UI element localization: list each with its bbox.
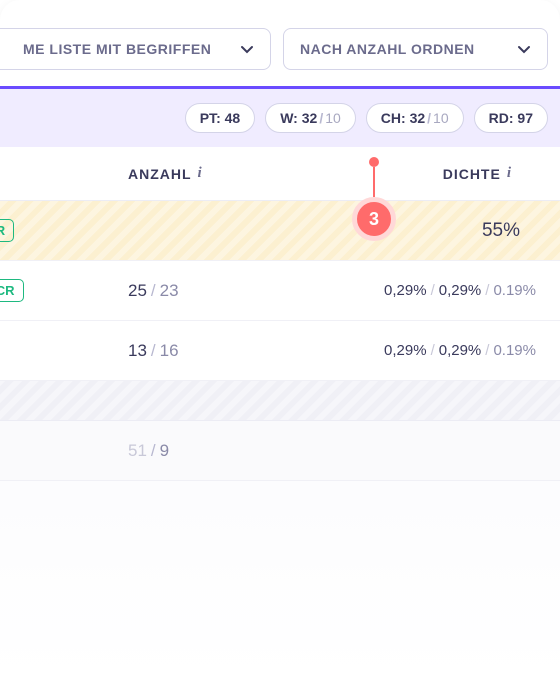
- info-icon[interactable]: i: [507, 165, 512, 182]
- count-value: 51/9: [100, 441, 280, 461]
- table-row[interactable]: P> 51/9: [0, 421, 560, 481]
- spacer-row: [0, 381, 560, 421]
- pill-ch: CH: 32/10: [366, 103, 464, 133]
- table-row[interactable]: DESCR 25/23 0,29%/0,29%/0.19%: [0, 261, 560, 321]
- content-fade: [0, 481, 560, 681]
- density-value: 55%: [280, 220, 560, 242]
- table-row[interactable]: 13/16 0,29%/0,29%/0.19%: [0, 321, 560, 381]
- pill-w: W: 32/10: [265, 103, 356, 133]
- count-value: 25/23: [100, 281, 280, 301]
- tag-badge: ESCR: [0, 219, 14, 242]
- dropdown-sort-count[interactable]: NACH ANZAHL ORDNEN: [283, 28, 548, 70]
- column-header-anzahl[interactable]: ANZAHL i: [128, 165, 280, 182]
- dropdown-sort-label: NACH ANZAHL ORDNEN: [300, 41, 475, 57]
- chevron-down-icon: [517, 42, 531, 56]
- density-value: 0,29%/0,29%/0.19%: [280, 342, 560, 359]
- dropdown-list-label: ME LISTE MIT BEGRIFFEN: [23, 41, 211, 57]
- data-table: ANZAHL i 3 DICHTE i ESCR 55% DESCR 25/23…: [0, 147, 560, 681]
- chevron-down-icon: [240, 42, 254, 56]
- count-value: 13/16: [100, 341, 280, 361]
- dropdown-list-terms[interactable]: ME LISTE MIT BEGRIFFEN: [0, 28, 271, 70]
- table-header-row: ANZAHL i 3 DICHTE i: [0, 147, 560, 201]
- density-value: 0,29%/0,29%/0.19%: [280, 282, 560, 299]
- pill-pt: PT: 48: [185, 103, 255, 133]
- info-icon[interactable]: i: [198, 165, 203, 182]
- pill-rd: RD: 97: [474, 103, 548, 133]
- table-row[interactable]: ESCR 55%: [0, 201, 560, 261]
- tag-badge: DESCR: [0, 279, 24, 302]
- column-header-dichte[interactable]: DICHTE i: [280, 165, 512, 182]
- stats-pills: PT: 48 W: 32/10 CH: 32/10 RD: 97: [0, 89, 560, 147]
